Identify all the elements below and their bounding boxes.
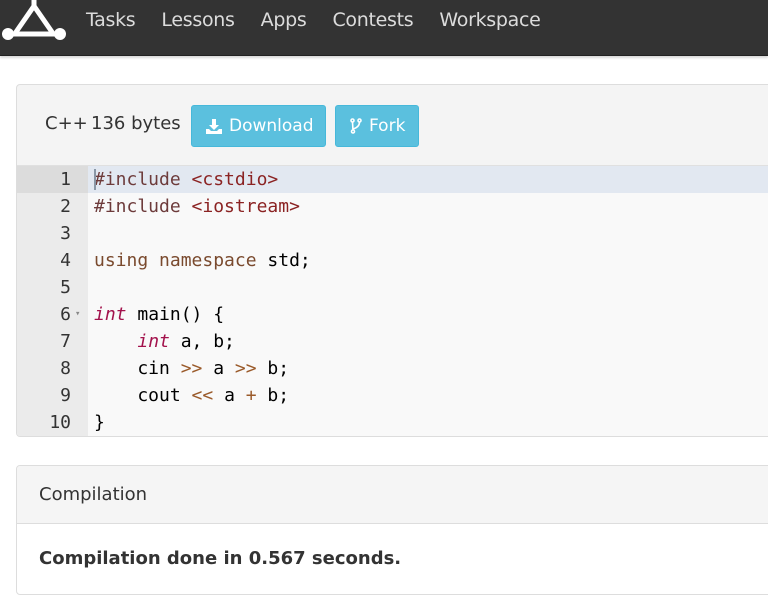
nav-lessons[interactable]: Lessons (148, 0, 247, 40)
line-number: 10 (49, 412, 71, 433)
code-token: using namespace (94, 250, 268, 271)
compilation-message: Compilation done in 0.567 seconds. (39, 548, 402, 569)
code-text: int main() { (94, 301, 224, 328)
code-token: + (245, 385, 257, 406)
code-token: <cstdio> (191, 169, 279, 190)
code-line[interactable]: 7 int a, b; (17, 328, 768, 355)
fork-button[interactable]: Fork (335, 105, 419, 147)
fork-icon (350, 118, 362, 134)
code-text: cout << a + b; (94, 382, 289, 409)
code-token: b; (256, 358, 290, 379)
code-line[interactable]: 6 ▾ int main() { (17, 301, 768, 328)
code-line[interactable]: 2 #include <iostream> (17, 193, 768, 220)
code-token: int (137, 331, 170, 352)
nav-apps[interactable]: Apps (248, 0, 320, 40)
line-number: 2 (60, 196, 71, 217)
fold-arrow-icon[interactable]: ▾ (75, 301, 80, 328)
nav-tasks[interactable]: Tasks (73, 0, 148, 40)
line-number: 5 (60, 277, 71, 298)
code-size: 136 bytes (91, 113, 181, 134)
code-panel: C++ 136 bytes Download Fork 1 #include <… (16, 84, 768, 437)
code-token: <iostream> (191, 196, 300, 217)
code-token: a, b; (169, 331, 235, 352)
code-token: #include (94, 169, 192, 190)
code-text: } (94, 409, 105, 436)
code-line[interactable]: 1 #include <cstdio> (17, 166, 768, 193)
download-label: Download (229, 116, 314, 136)
code-editor[interactable]: 1 #include <cstdio> 2 #include <iostream> 3 4… (17, 166, 768, 436)
code-line[interactable]: 8 cin >> a >> b; (17, 355, 768, 382)
code-header: C++ 136 bytes Download Fork (17, 85, 768, 166)
line-number: 3 (60, 223, 71, 244)
code-text: #include <cstdio> (94, 166, 278, 193)
nav-workspace[interactable]: Workspace (426, 0, 553, 40)
code-text: using namespace std; (94, 247, 311, 274)
code-token: << (191, 385, 214, 406)
code-token: main() { (126, 304, 225, 325)
line-number: 7 (60, 331, 71, 352)
code-token: cout (94, 385, 192, 406)
compilation-title: Compilation (17, 466, 768, 524)
code-line[interactable]: 3 (17, 220, 768, 247)
top-navbar: Tasks Lessons Apps Contests Workspace (0, 0, 768, 56)
code-line[interactable]: 9 cout << a + b; (17, 382, 768, 409)
code-token: cin (94, 358, 181, 379)
code-token: >> (180, 358, 203, 379)
code-token: b; (256, 385, 290, 406)
code-line[interactable]: 10} (17, 409, 768, 436)
app-logo-icon[interactable] (0, 0, 70, 46)
code-token: >> (234, 358, 257, 379)
code-token: a (213, 385, 246, 406)
code-text: int a, b; (94, 328, 235, 355)
text-cursor (94, 169, 96, 190)
nav-contests[interactable]: Contests (319, 0, 426, 40)
code-token: a (202, 358, 235, 379)
code-line[interactable]: 5 (17, 274, 768, 301)
line-number: 4 (60, 250, 71, 271)
code-text: #include <iostream> (94, 193, 300, 220)
download-icon (206, 118, 222, 134)
code-text: cin >> a >> b; (94, 355, 289, 382)
language-label: C++ (45, 113, 88, 134)
line-number: 1 (17, 166, 88, 193)
code-token: #include (94, 196, 192, 217)
main-nav: Tasks Lessons Apps Contests Workspace (73, 0, 554, 40)
fork-label: Fork (369, 116, 406, 136)
code-token: std; (267, 250, 311, 271)
download-button[interactable]: Download (191, 105, 326, 147)
compilation-panel: Compilation Compilation done in 0.567 se… (16, 465, 768, 595)
code-token: } (94, 412, 105, 433)
code-line[interactable]: 4 using namespace std; (17, 247, 768, 274)
line-number: 9 (60, 385, 71, 406)
code-token: int (94, 304, 127, 325)
line-number: 8 (60, 358, 71, 379)
